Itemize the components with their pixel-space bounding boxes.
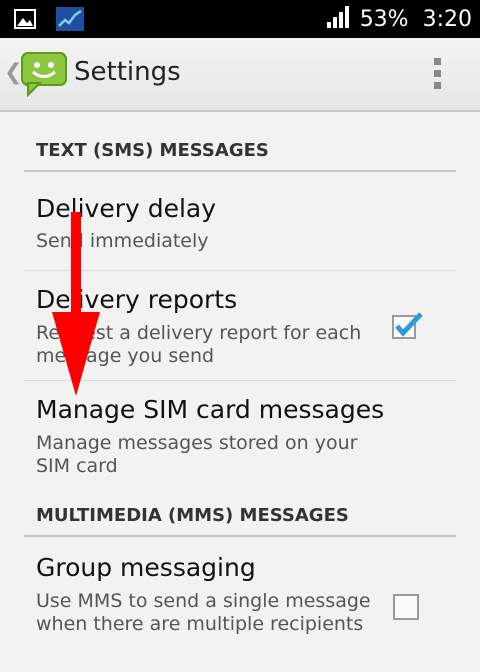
stock-chart-icon xyxy=(56,7,84,35)
overflow-menu-icon[interactable] xyxy=(430,58,444,92)
pref-title: Group messaging xyxy=(36,553,256,582)
section-header-mms: MULTIMEDIA (MMS) MESSAGES xyxy=(36,505,349,526)
status-bar: 53% 3:20 xyxy=(0,0,480,38)
pref-summary: Manage messages stored on your SIM card xyxy=(36,432,358,477)
pref-group-messaging[interactable]: Group messaging Use MMS to send a single… xyxy=(0,537,480,672)
delivery-reports-checkbox[interactable] xyxy=(390,311,424,345)
section-header-sms: TEXT (SMS) MESSAGES xyxy=(36,140,269,161)
group-messaging-checkbox[interactable] xyxy=(393,594,419,620)
battery-percent: 53% xyxy=(359,6,409,32)
annotation-arrow-icon xyxy=(46,212,106,406)
image-icon xyxy=(14,9,36,33)
action-bar: ❮ Settings xyxy=(0,38,480,112)
pref-summary: Use MMS to send a single message when th… xyxy=(36,590,371,635)
clock: 3:20 xyxy=(422,6,472,32)
page-title: Settings xyxy=(74,57,181,87)
messaging-app-icon[interactable] xyxy=(20,51,68,101)
signal-icon xyxy=(326,5,352,33)
